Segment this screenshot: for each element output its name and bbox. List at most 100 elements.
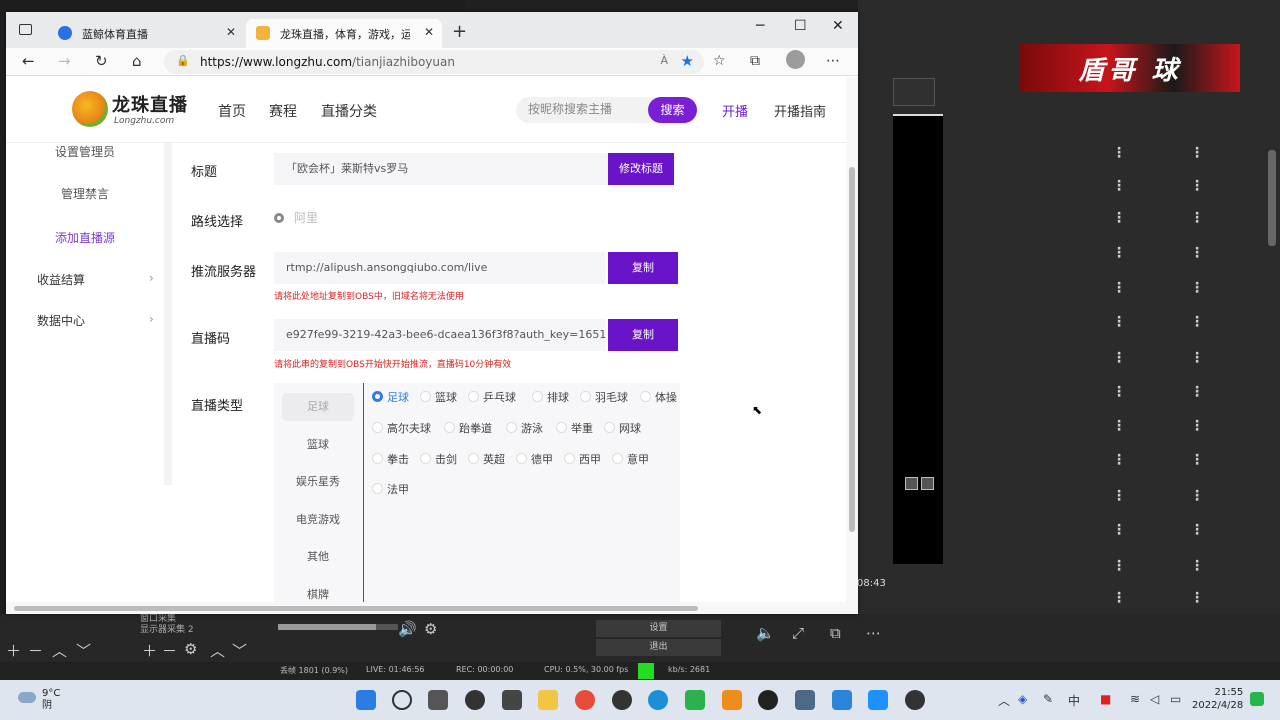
type-option[interactable]: 网球 (604, 420, 641, 436)
more-dots-icon[interactable]: ⋮ (1112, 210, 1126, 226)
tab-longzhu[interactable]: 龙珠直播，体育，游戏，运动， ✕ (246, 19, 442, 48)
scroll-thumb[interactable] (849, 167, 855, 532)
type-category[interactable]: 其他 (282, 543, 354, 571)
file-explorer-icon[interactable] (538, 690, 558, 710)
sidebar-group-earnings[interactable]: 收益结算 › (37, 271, 154, 288)
type-option[interactable]: 英超 (468, 451, 505, 467)
media-player-icon[interactable] (905, 690, 925, 710)
minimize-icon[interactable]: ─ (756, 18, 764, 34)
more-dots-icon[interactable]: ⋮ (1190, 145, 1204, 161)
type-option[interactable]: 西甲 (564, 451, 601, 467)
more-dots-icon[interactable]: ⋮ (1190, 522, 1204, 538)
audio-settings-icon[interactable]: ⚙ (424, 620, 437, 638)
source-item[interactable]: 窗口采集 (140, 614, 194, 625)
site-logo[interactable]: 龙珠直播 Longzhu.com (72, 89, 188, 129)
nav-home[interactable]: 首页 (218, 101, 246, 121)
copy-server-button[interactable]: 复制 (608, 252, 678, 284)
more-dots-icon[interactable]: ⋮ (1190, 178, 1204, 194)
more-menu-icon[interactable]: ⋯ (826, 53, 840, 69)
remove-source-icon[interactable]: － (162, 640, 177, 661)
type-option[interactable]: 排球 (532, 389, 569, 405)
ime-indicator[interactable]: 中 (1068, 692, 1080, 709)
source-settings-icon[interactable]: ⚙ (184, 640, 197, 658)
system-clock[interactable]: 21:55 2022/4/28 (1192, 686, 1243, 712)
obs-view-toggle[interactable] (905, 477, 934, 490)
wifi-icon[interactable]: ≋ (1130, 692, 1140, 706)
antivirus-icon[interactable]: ■ (1100, 692, 1111, 706)
grid-view-icon[interactable] (921, 477, 934, 490)
route-option-ali[interactable]: 阿里 (274, 209, 318, 226)
obs-settings-button[interactable]: 设置 (596, 620, 721, 637)
url-field[interactable]: 🔒 https://www.longzhu.com/tianjiazhiboyu… (164, 50, 704, 74)
more-dots-icon[interactable]: ⋮ (1190, 314, 1204, 330)
more-dots-icon[interactable]: ⋮ (1190, 558, 1204, 574)
tab-lanjing[interactable]: 蓝鲸体育直播 ✕ (48, 19, 244, 48)
tray-expand-icon[interactable]: ︿ (998, 692, 1010, 709)
obs-icon[interactable] (612, 690, 632, 710)
type-option[interactable]: 游泳 (506, 420, 543, 436)
tab-actions-icon[interactable] (19, 24, 32, 35)
edge-icon[interactable] (648, 690, 668, 710)
more-dots-icon[interactable]: ⋮ (1112, 418, 1126, 434)
type-option[interactable]: 羽毛球 (580, 389, 628, 405)
favorites-icon[interactable]: ☆ (713, 53, 726, 69)
type-option[interactable]: 意甲 (612, 451, 649, 467)
read-aloud-icon[interactable]: À (660, 54, 668, 67)
store-icon[interactable] (502, 690, 522, 710)
notepad-icon[interactable] (832, 690, 852, 710)
more-dots-icon[interactable]: ⋮ (1190, 384, 1204, 400)
more-dots-icon[interactable]: ⋮ (1112, 178, 1126, 194)
app-store-icon[interactable] (868, 690, 888, 710)
type-option[interactable]: 体操 (640, 389, 677, 405)
copy-code-button[interactable]: 复制 (608, 319, 678, 351)
start-icon[interactable] (356, 690, 376, 710)
favorite-star-icon[interactable]: ★ (681, 52, 694, 70)
close-icon[interactable]: ✕ (424, 25, 434, 39)
profile-avatar-icon[interactable] (786, 50, 805, 69)
sidebar-item-mute-manage[interactable]: 管理禁言 (6, 185, 164, 202)
vertical-scrollbar[interactable] (846, 77, 858, 602)
horizontal-scrollbar[interactable] (6, 602, 858, 614)
qq-icon[interactable] (758, 690, 778, 710)
search-input[interactable] (528, 102, 638, 116)
type-category[interactable]: 足球 (282, 393, 354, 421)
pen-icon[interactable]: ✎ (1043, 692, 1053, 706)
sidebar-item-add-source[interactable]: 添加直播源 (6, 229, 164, 246)
code-field[interactable]: e927fe99-3219-42a3-bee6-dcaea136f3f8?aut… (274, 319, 606, 351)
list-view-icon[interactable] (905, 477, 918, 490)
sidebar-item-set-admin[interactable]: 设置管理员 (6, 143, 164, 160)
new-tab-icon[interactable]: + (452, 21, 467, 42)
task-view-icon[interactable] (428, 690, 448, 710)
more-dots-icon[interactable]: ⋮ (1190, 488, 1204, 504)
battery-icon[interactable]: ▭ (1170, 692, 1181, 706)
type-option[interactable]: 高尔夫球 (372, 420, 431, 436)
type-option[interactable]: 法甲 (372, 481, 409, 497)
scroll-thumb[interactable] (14, 606, 698, 611)
remove-icon[interactable]: － (28, 640, 43, 661)
wechat-icon[interactable] (685, 690, 705, 710)
more-icon[interactable]: ⋯ (866, 624, 881, 642)
close-icon[interactable]: ✕ (226, 25, 236, 39)
more-dots-icon[interactable]: ⋮ (1190, 210, 1204, 226)
vlc-icon[interactable] (722, 690, 742, 710)
source-item[interactable]: 显示器采集 2 (140, 625, 194, 636)
alien-app-icon[interactable] (465, 690, 485, 710)
maximize-icon[interactable]: ☐ (794, 18, 807, 34)
add-icon[interactable]: ＋ (6, 640, 21, 661)
type-category[interactable]: 篮球 (282, 431, 354, 459)
speaker-icon[interactable]: 🔈 (756, 624, 775, 642)
settings-icon[interactable] (795, 690, 815, 710)
server-field[interactable]: rtmp://alipush.ansongqiubo.com/live (274, 252, 606, 284)
collections-icon[interactable]: ⧉ (750, 53, 760, 69)
more-dots-icon[interactable]: ⋮ (1112, 488, 1126, 504)
window-close-icon[interactable]: ✕ (832, 18, 844, 34)
more-dots-icon[interactable]: ⋮ (1112, 452, 1126, 468)
popout-icon[interactable]: ⧉ (830, 624, 841, 642)
source-up-icon[interactable]: ︿ (210, 640, 225, 661)
lock-icon[interactable]: 🔒 (176, 54, 190, 67)
type-option[interactable]: 乒乓球 (468, 389, 516, 405)
more-dots-icon[interactable]: ⋮ (1190, 590, 1204, 606)
defender-icon[interactable]: ◈ (1018, 692, 1027, 706)
nav-categories[interactable]: 直播分类 (321, 101, 377, 121)
type-category[interactable]: 电竞游戏 (282, 506, 354, 534)
